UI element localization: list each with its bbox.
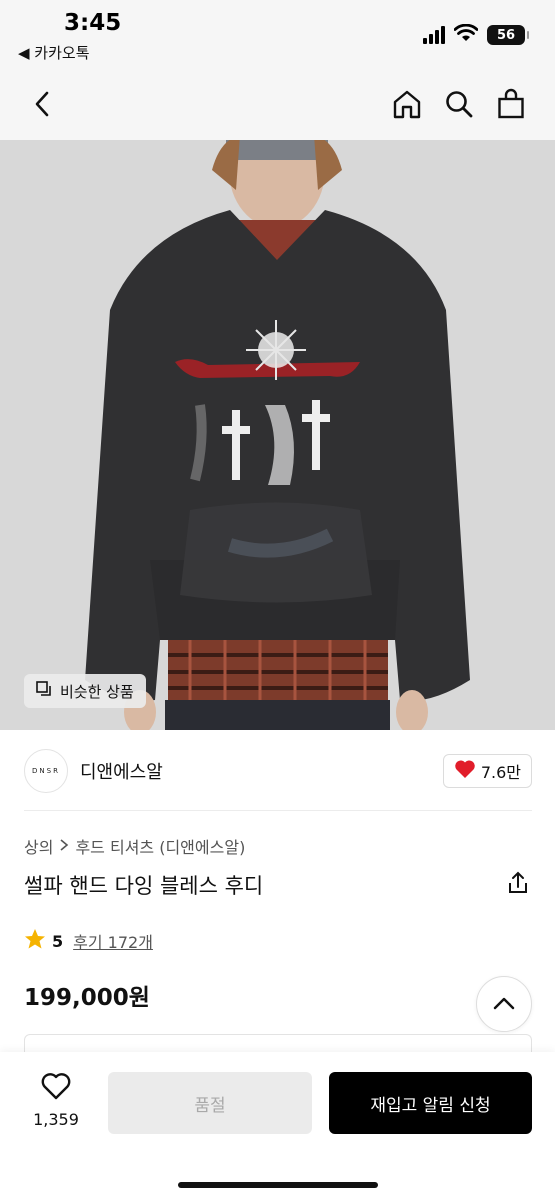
wishlist-button[interactable]: 1,359 bbox=[24, 1072, 88, 1129]
home-button[interactable] bbox=[389, 86, 425, 126]
brand-logo[interactable]: DNSR bbox=[24, 749, 68, 793]
signal-icon bbox=[423, 26, 445, 44]
brand-like-count: 7.6만 bbox=[480, 763, 521, 782]
breadcrumb: 상의 후드 티셔츠 (디앤에스알) bbox=[24, 834, 245, 858]
product-price: 199,000원 bbox=[24, 985, 150, 1011]
soldout-button: 품절 bbox=[108, 1072, 312, 1134]
status-icons: 56 bbox=[423, 23, 529, 46]
share-button[interactable] bbox=[504, 871, 532, 899]
chevron-up-icon bbox=[493, 995, 515, 1014]
scroll-to-top-button[interactable] bbox=[476, 976, 532, 1032]
home-indicator[interactable] bbox=[178, 1182, 378, 1188]
wishlist-count: 1,359 bbox=[33, 1110, 79, 1129]
chevron-right-icon bbox=[59, 837, 69, 856]
heart-outline-icon bbox=[41, 1072, 71, 1104]
stacked-squares-icon bbox=[36, 681, 52, 701]
cart-button[interactable] bbox=[493, 86, 529, 126]
wifi-icon bbox=[453, 23, 479, 46]
search-icon bbox=[444, 89, 474, 123]
home-icon bbox=[391, 88, 423, 124]
star-icon bbox=[24, 928, 46, 954]
similar-products-label: 비슷한 상품 bbox=[60, 682, 134, 701]
breadcrumb-category[interactable]: 상의 bbox=[24, 834, 53, 858]
battery-icon: 56 bbox=[487, 25, 529, 45]
status-time: 3:45 bbox=[64, 10, 122, 36]
review-link[interactable]: 후기 172개 bbox=[73, 929, 153, 953]
chevron-left-icon bbox=[32, 90, 52, 122]
product-photo bbox=[0, 140, 555, 730]
similar-products-button[interactable]: 비슷한 상품 bbox=[24, 674, 146, 708]
divider bbox=[24, 810, 532, 811]
product-title-row: 썰파 핸드 다잉 블레스 후디 bbox=[24, 870, 532, 900]
rating-row: 5 후기 172개 bbox=[24, 928, 153, 954]
search-button[interactable] bbox=[441, 86, 477, 126]
brand-like-button[interactable]: 7.6만 bbox=[442, 754, 532, 788]
back-to-app-link[interactable]: ◀ 카카오톡 bbox=[18, 42, 90, 63]
bottom-action-bar: 1,359 품절 재입고 알림 신청 bbox=[0, 1052, 555, 1200]
restock-alert-button[interactable]: 재입고 알림 신청 bbox=[329, 1072, 532, 1134]
heart-filled-icon bbox=[454, 759, 476, 783]
status-bar: 3:45 ◀ 카카오톡 56 bbox=[0, 0, 555, 72]
back-button[interactable] bbox=[22, 86, 62, 126]
product-image[interactable]: 비슷한 상품 bbox=[0, 140, 555, 730]
shopping-bag-icon bbox=[496, 88, 526, 124]
brand-row: DNSR 디앤에스알 7.6만 bbox=[24, 742, 532, 800]
share-icon bbox=[507, 871, 529, 899]
breadcrumb-subcategory[interactable]: 후드 티셔츠 (디앤에스알) bbox=[75, 834, 245, 858]
rating-score: 5 bbox=[52, 931, 64, 951]
brand-name[interactable]: 디앤에스알 bbox=[80, 758, 163, 784]
product-title: 썰파 핸드 다잉 블레스 후디 bbox=[24, 874, 264, 898]
nav-header bbox=[0, 72, 555, 140]
